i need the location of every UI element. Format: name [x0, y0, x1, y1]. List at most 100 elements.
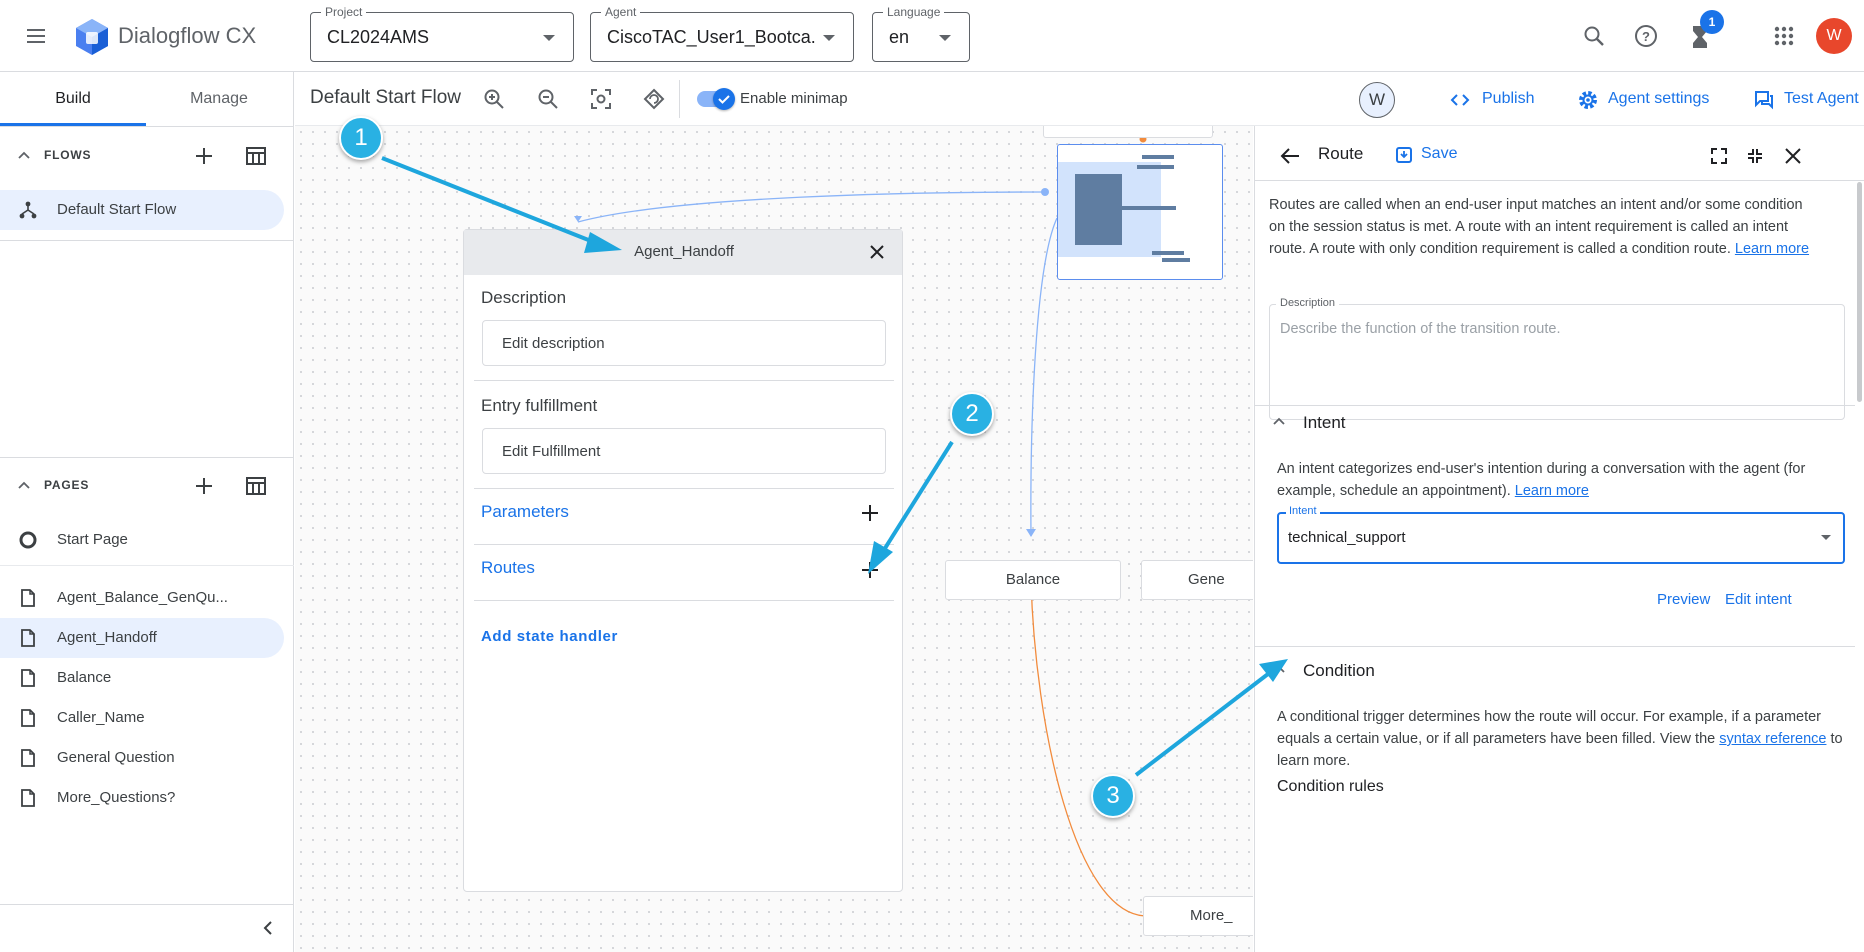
save-button[interactable]: Save — [1421, 145, 1457, 163]
top-app-bar: Dialogflow CX Project CL2024AMS Agent Ci… — [0, 0, 1864, 72]
divider — [679, 80, 680, 118]
entry-fulfillment-heading: Entry fulfillment — [481, 396, 598, 415]
page-item-balance[interactable]: Balance — [0, 658, 284, 698]
table-view-icon[interactable] — [244, 144, 268, 168]
divider — [474, 544, 894, 545]
project-label: Project — [321, 5, 367, 19]
parameters-link[interactable]: Parameters — [481, 502, 569, 522]
edit-intent-button[interactable]: Edit intent — [1725, 591, 1792, 608]
minimap-label: Enable minimap — [740, 90, 848, 107]
condition-description: A conditional trigger determines how the… — [1277, 706, 1845, 772]
exit-fullscreen-icon[interactable] — [1745, 146, 1765, 166]
intent-learn-more-link[interactable]: Learn more — [1515, 483, 1589, 499]
project-select[interactable]: Project CL2024AMS — [310, 5, 574, 62]
page-item-agent-balance-genqu[interactable]: Agent_Balance_GenQu... — [0, 578, 284, 618]
zoom-in-icon[interactable] — [483, 88, 505, 110]
minimap-toggle[interactable] — [697, 88, 735, 110]
scrollbar[interactable] — [1857, 182, 1862, 402]
intent-description: An intent categorizes end-user's intenti… — [1277, 458, 1837, 502]
flow-node-balance[interactable]: Balance — [945, 560, 1121, 600]
edit-fulfillment-field[interactable]: Edit Fulfillment — [482, 428, 886, 474]
intent-select[interactable]: Intent technical_support — [1277, 505, 1845, 564]
divider — [0, 126, 294, 127]
flows-section-header: FLOWS — [0, 134, 294, 178]
route-intro-text: Routes are called when an end-user input… — [1269, 197, 1803, 257]
chevron-down-icon — [939, 35, 951, 41]
flow-icon — [18, 200, 38, 220]
flow-node-general[interactable]: Gene — [1141, 560, 1253, 600]
flow-toolbar: Default Start Flow Enable minimap W Publ… — [295, 72, 1864, 126]
test-agent-button[interactable]: Test Agent — [1784, 90, 1859, 108]
intent-field-label: Intent — [1286, 505, 1320, 517]
reset-layout-icon[interactable] — [643, 88, 665, 110]
minimap[interactable] — [1057, 144, 1223, 280]
circle-icon — [18, 530, 38, 550]
flow-node-partial[interactable] — [1043, 126, 1213, 138]
language-label: Language — [883, 5, 945, 19]
chevron-up-icon[interactable] — [1269, 412, 1289, 432]
card-title: Agent_Handoff — [634, 243, 734, 260]
page-item-label: Balance — [57, 669, 112, 686]
learn-more-link[interactable]: Learn more — [1735, 241, 1809, 257]
add-parameter-icon[interactable] — [859, 502, 881, 524]
app-title: Dialogflow CX — [118, 23, 257, 48]
user-avatar[interactable]: W — [1359, 82, 1395, 118]
add-state-handler-button[interactable]: Add state handler — [481, 628, 618, 645]
add-flow-icon[interactable] — [192, 144, 216, 168]
zoom-out-icon[interactable] — [537, 88, 559, 110]
preview-button[interactable]: Preview — [1657, 591, 1710, 608]
account-avatar[interactable]: W — [1816, 18, 1852, 54]
svg-text:?: ? — [1642, 29, 1650, 44]
edit-description-field[interactable]: Edit description — [482, 320, 886, 366]
fullscreen-icon[interactable] — [1709, 146, 1729, 166]
add-page-icon[interactable] — [192, 474, 216, 498]
flow-item-default-start-flow[interactable]: Default Start Flow — [0, 190, 284, 230]
flow-node-more[interactable]: More_ — [1143, 896, 1253, 936]
condition-section-heading: Condition — [1303, 661, 1375, 680]
page-item-label: Start Page — [57, 531, 128, 548]
save-icon — [1395, 146, 1413, 164]
tab-manage[interactable]: Manage — [146, 72, 292, 126]
close-icon[interactable] — [1783, 146, 1803, 166]
page-item-agent-handoff[interactable]: Agent_Handoff — [0, 618, 284, 658]
apps-grid-icon[interactable] — [1772, 24, 1796, 48]
description-textarea[interactable]: Description Describe the function of the… — [1269, 297, 1845, 420]
dialogflow-logo — [74, 18, 110, 56]
agent-select[interactable]: Agent CiscoTAC_User1_Bootca... — [590, 5, 854, 62]
back-arrow-icon[interactable] — [1279, 145, 1301, 167]
collapse-panel-icon[interactable] — [258, 918, 278, 938]
page-item-more-questions[interactable]: More_Questions? — [0, 778, 284, 818]
code-icon — [1450, 90, 1470, 110]
divider — [0, 240, 294, 241]
tab-build[interactable]: Build — [0, 72, 146, 126]
page-item-caller-name[interactable]: Caller_Name — [0, 698, 284, 738]
flow-title: Default Start Flow — [310, 87, 461, 108]
panel-title: Route — [1318, 144, 1364, 163]
chat-icon — [1753, 89, 1775, 111]
page-item-general-question[interactable]: General Question — [0, 738, 284, 778]
add-route-icon[interactable] — [859, 559, 881, 581]
page-item-label: Agent_Balance_GenQu... — [57, 589, 228, 606]
document-icon — [18, 668, 38, 688]
close-icon[interactable] — [867, 242, 887, 262]
chevron-up-icon[interactable] — [14, 476, 34, 496]
route-editor-panel: Route Save Routes are called when an end… — [1254, 126, 1864, 952]
page-item-label: Caller_Name — [57, 709, 145, 726]
fit-view-icon[interactable] — [590, 88, 612, 110]
syntax-reference-link[interactable]: syntax reference — [1719, 731, 1826, 747]
table-view-icon[interactable] — [244, 474, 268, 498]
annotation-badge-3: 3 — [1091, 774, 1135, 818]
chevron-up-icon[interactable] — [14, 146, 34, 166]
divider — [474, 488, 894, 489]
menu-icon[interactable] — [24, 24, 48, 48]
help-icon[interactable]: ? — [1634, 24, 1658, 48]
agent-settings-button[interactable]: Agent settings — [1608, 90, 1709, 108]
page-item-start-page[interactable]: Start Page — [0, 520, 284, 560]
publish-button[interactable]: Publish — [1482, 90, 1534, 108]
chevron-up-icon[interactable] — [1269, 660, 1289, 680]
routes-link[interactable]: Routes — [481, 558, 535, 578]
chevron-down-icon — [823, 35, 835, 41]
agent-value: CiscoTAC_User1_Bootca... — [607, 27, 817, 47]
search-icon[interactable] — [1582, 24, 1606, 48]
language-select[interactable]: Language en — [872, 5, 970, 62]
